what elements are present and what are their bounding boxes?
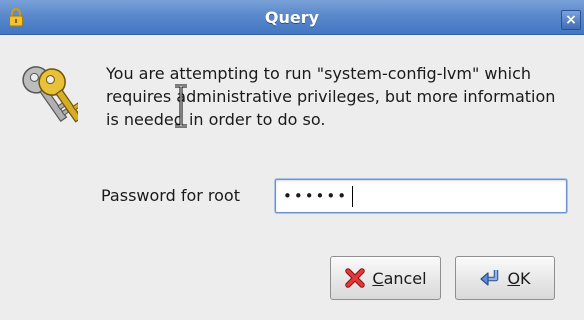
- red-x-icon: [345, 268, 366, 288]
- cancel-label: Cancel: [372, 269, 426, 288]
- cancel-mnemonic: C: [372, 268, 384, 288]
- password-label: Password for root: [101, 186, 240, 205]
- ok-button[interactable]: OK: [455, 256, 555, 300]
- window-title: Query: [264, 8, 320, 27]
- keys-icon: [22, 66, 78, 123]
- return-arrow-icon: [480, 270, 499, 286]
- close-button[interactable]: ×: [561, 10, 581, 30]
- cancel-button[interactable]: Cancel: [330, 256, 441, 300]
- query-dialog: Query × You are attempting to run "syste…: [0, 0, 584, 320]
- title-bar[interactable]: Query ×: [0, 0, 584, 35]
- ok-mnemonic: O: [507, 268, 521, 288]
- password-value: ••••••: [283, 187, 349, 205]
- password-field[interactable]: ••••••: [275, 179, 567, 213]
- close-icon: ×: [565, 12, 577, 28]
- ok-label-rest: K: [520, 268, 531, 288]
- cancel-label-rest: ancel: [383, 268, 427, 288]
- text-cursor-icon: [175, 84, 187, 128]
- text-caret: [352, 186, 353, 207]
- ok-label: OK: [507, 269, 530, 288]
